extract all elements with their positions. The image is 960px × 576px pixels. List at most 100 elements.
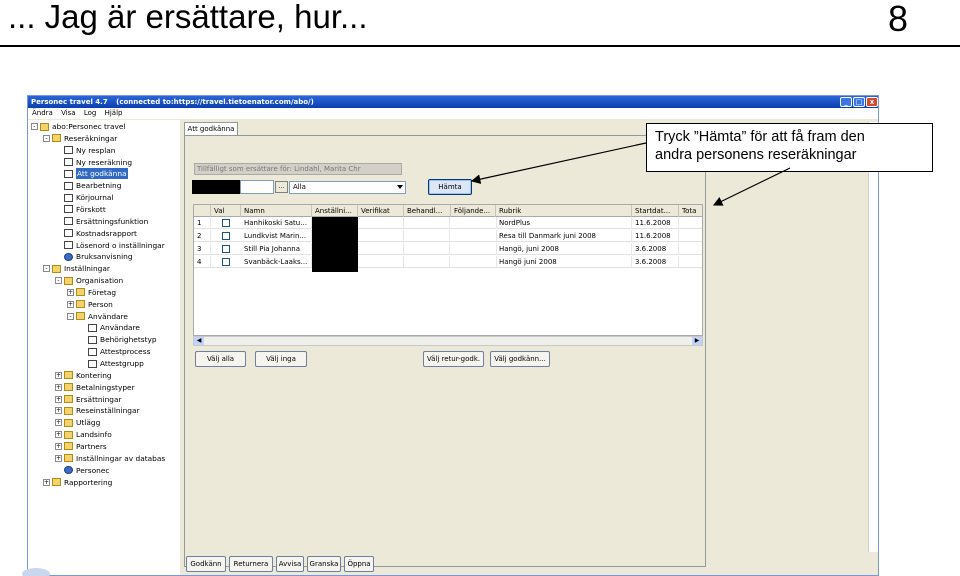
review-button[interactable]: Granska <box>307 556 341 572</box>
expand-icon[interactable]: + <box>67 300 74 308</box>
expand-icon[interactable]: + <box>55 395 62 403</box>
return-button[interactable]: Returnera <box>229 556 273 572</box>
status-select[interactable]: Alla <box>289 181 406 194</box>
tree-item[interactable]: - Reseräkningar <box>43 133 117 144</box>
document-icon <box>64 241 73 249</box>
reject-button[interactable]: Avvisa <box>276 556 304 572</box>
tree-item[interactable]: Bearbetning <box>55 180 121 191</box>
tree-item-label: Körjournal <box>76 193 114 203</box>
col-total[interactable]: Tota <box>679 205 702 217</box>
tree-item[interactable]: + Partners <box>55 441 107 452</box>
tree-item[interactable]: + Ersättningar <box>55 394 122 405</box>
row-checkbox[interactable] <box>222 219 230 227</box>
tree-item[interactable]: Behörighetstyp <box>79 334 157 345</box>
tree-item[interactable]: Förskott <box>55 204 106 215</box>
expand-icon[interactable]: + <box>43 478 50 486</box>
hamta-button[interactable]: Hämta <box>428 179 472 195</box>
tree-item[interactable]: Attestgrupp <box>79 358 144 369</box>
scroll-left-icon[interactable]: ◀ <box>194 337 204 345</box>
expand-icon[interactable]: + <box>55 371 62 379</box>
browse-button[interactable]: ... <box>275 181 288 193</box>
tree-item[interactable]: + Företag <box>67 287 116 298</box>
col-namn[interactable]: Namn <box>241 205 312 217</box>
tree-item[interactable]: Att godkänna <box>55 168 128 180</box>
panel-scrollbar[interactable] <box>868 122 878 552</box>
table-row[interactable]: 2 Lundkvist Marin... Resa till Danmark jun… <box>194 230 702 242</box>
employee-id-input[interactable] <box>240 180 274 194</box>
table-horizontal-scrollbar[interactable]: ◀ ▶ <box>193 336 703 346</box>
tree-item[interactable]: Lösenord o inställningar <box>55 240 165 251</box>
row-checkbox[interactable] <box>222 245 230 253</box>
tree-item[interactable]: Bruksanvisning <box>55 251 133 262</box>
folder-icon <box>52 134 61 143</box>
tree-item[interactable]: + Utlägg <box>55 417 100 428</box>
select-approve-button[interactable]: Välj godkänn... <box>490 351 550 367</box>
select-all-button[interactable]: Välj alla <box>195 351 246 367</box>
menu-log[interactable]: Log <box>84 109 97 117</box>
open-button[interactable]: Öppna <box>344 556 374 572</box>
maximize-button[interactable]: □ <box>853 97 865 107</box>
tree-item[interactable]: Ersättningsfunktion <box>55 216 148 227</box>
col-val[interactable]: Val <box>211 205 241 217</box>
tree-item[interactable]: - Organisation <box>55 275 123 286</box>
tab-att-godkanna[interactable]: Att godkänna <box>184 122 238 136</box>
row-checkbox[interactable] <box>222 232 230 240</box>
menu-hjalp[interactable]: Hjälp <box>105 109 123 117</box>
tree-item[interactable]: Personec <box>55 465 109 476</box>
collapse-icon[interactable]: - <box>55 277 62 285</box>
tree-item[interactable]: + Betalningstyper <box>55 382 135 393</box>
tree-item[interactable]: Attestprocess <box>79 346 150 357</box>
tree-item[interactable]: + Person <box>67 299 113 310</box>
row-checkbox[interactable] <box>222 258 230 266</box>
tree-item-label: Kontering <box>76 370 112 380</box>
tree-item[interactable]: Ny reseräkning <box>55 157 132 168</box>
tree-item[interactable]: - Inställningar <box>43 263 110 274</box>
expand-icon[interactable]: + <box>55 383 62 391</box>
table-row[interactable]: 4 Svanbäck-Laaks... Hangö juni 2008 3.6.200… <box>194 256 702 268</box>
tree-item[interactable]: Ny resplan <box>55 145 115 156</box>
expand-icon[interactable]: + <box>67 288 74 296</box>
tree-item[interactable]: Kostnadsrapport <box>55 228 137 239</box>
col-rubrik[interactable]: Rubrik <box>496 205 632 217</box>
tree-item[interactable]: + Rapportering <box>43 477 112 488</box>
menu-visa[interactable]: Visa <box>61 109 76 117</box>
col-startdatum[interactable]: Startdat... <box>632 205 679 217</box>
minimize-button[interactable]: _ <box>840 97 852 107</box>
expand-icon[interactable]: + <box>55 407 62 415</box>
tree-item[interactable]: + Reseinställningar <box>55 405 140 416</box>
tree-item[interactable]: - Användare <box>67 311 128 322</box>
close-button[interactable]: x <box>866 97 878 107</box>
expand-icon[interactable]: + <box>55 419 62 427</box>
tree-item[interactable]: + Landsinfo <box>55 429 112 440</box>
empty-cell <box>451 256 497 268</box>
tree-item[interactable]: + Inställningar av databas <box>55 453 165 464</box>
menu-andra[interactable]: Ändra <box>32 109 53 117</box>
collapse-icon[interactable]: - <box>67 312 74 320</box>
tree-item[interactable]: - abo:Personec travel <box>31 121 125 132</box>
col-verifikat[interactable]: Verifikat <box>358 205 404 217</box>
table-row[interactable]: 3 Still Pia Johanna Hangö, juni 2008 3.6.20… <box>194 243 702 255</box>
col-anstallning[interactable]: Anställni... <box>312 205 358 217</box>
collapse-icon[interactable]: - <box>31 123 38 130</box>
scroll-right-icon[interactable]: ▶ <box>692 337 702 345</box>
empty-cell <box>679 230 702 242</box>
col-foljande[interactable]: Följande... <box>451 205 496 217</box>
empty-cell <box>404 217 450 229</box>
expand-icon[interactable]: + <box>55 454 62 462</box>
select-none-button[interactable]: Välj inga <box>255 351 307 367</box>
select-return-button[interactable]: Välj retur-godk. <box>423 351 484 367</box>
tree-item[interactable]: Körjournal <box>55 192 113 203</box>
table-header: Val Namn Anställni... Verifikat Behandl.… <box>194 205 702 217</box>
collapse-icon[interactable]: - <box>43 134 50 142</box>
table-row[interactable]: 1 Hanhikoski Satu... NordPlus 11.6.2008 <box>194 217 702 229</box>
expand-icon[interactable]: + <box>55 431 62 439</box>
col-number[interactable] <box>194 205 211 217</box>
window-titlebar[interactable]: Personec travel 4.7 (connected to:https:… <box>28 96 878 108</box>
folder-icon <box>64 383 73 392</box>
approve-button[interactable]: Godkänn <box>186 556 226 572</box>
col-behandling[interactable]: Behandl... <box>404 205 451 217</box>
tree-item[interactable]: Användare <box>79 322 140 333</box>
tree-item[interactable]: + Kontering <box>55 370 112 381</box>
expand-icon[interactable]: + <box>55 442 62 450</box>
collapse-icon[interactable]: - <box>43 265 50 273</box>
